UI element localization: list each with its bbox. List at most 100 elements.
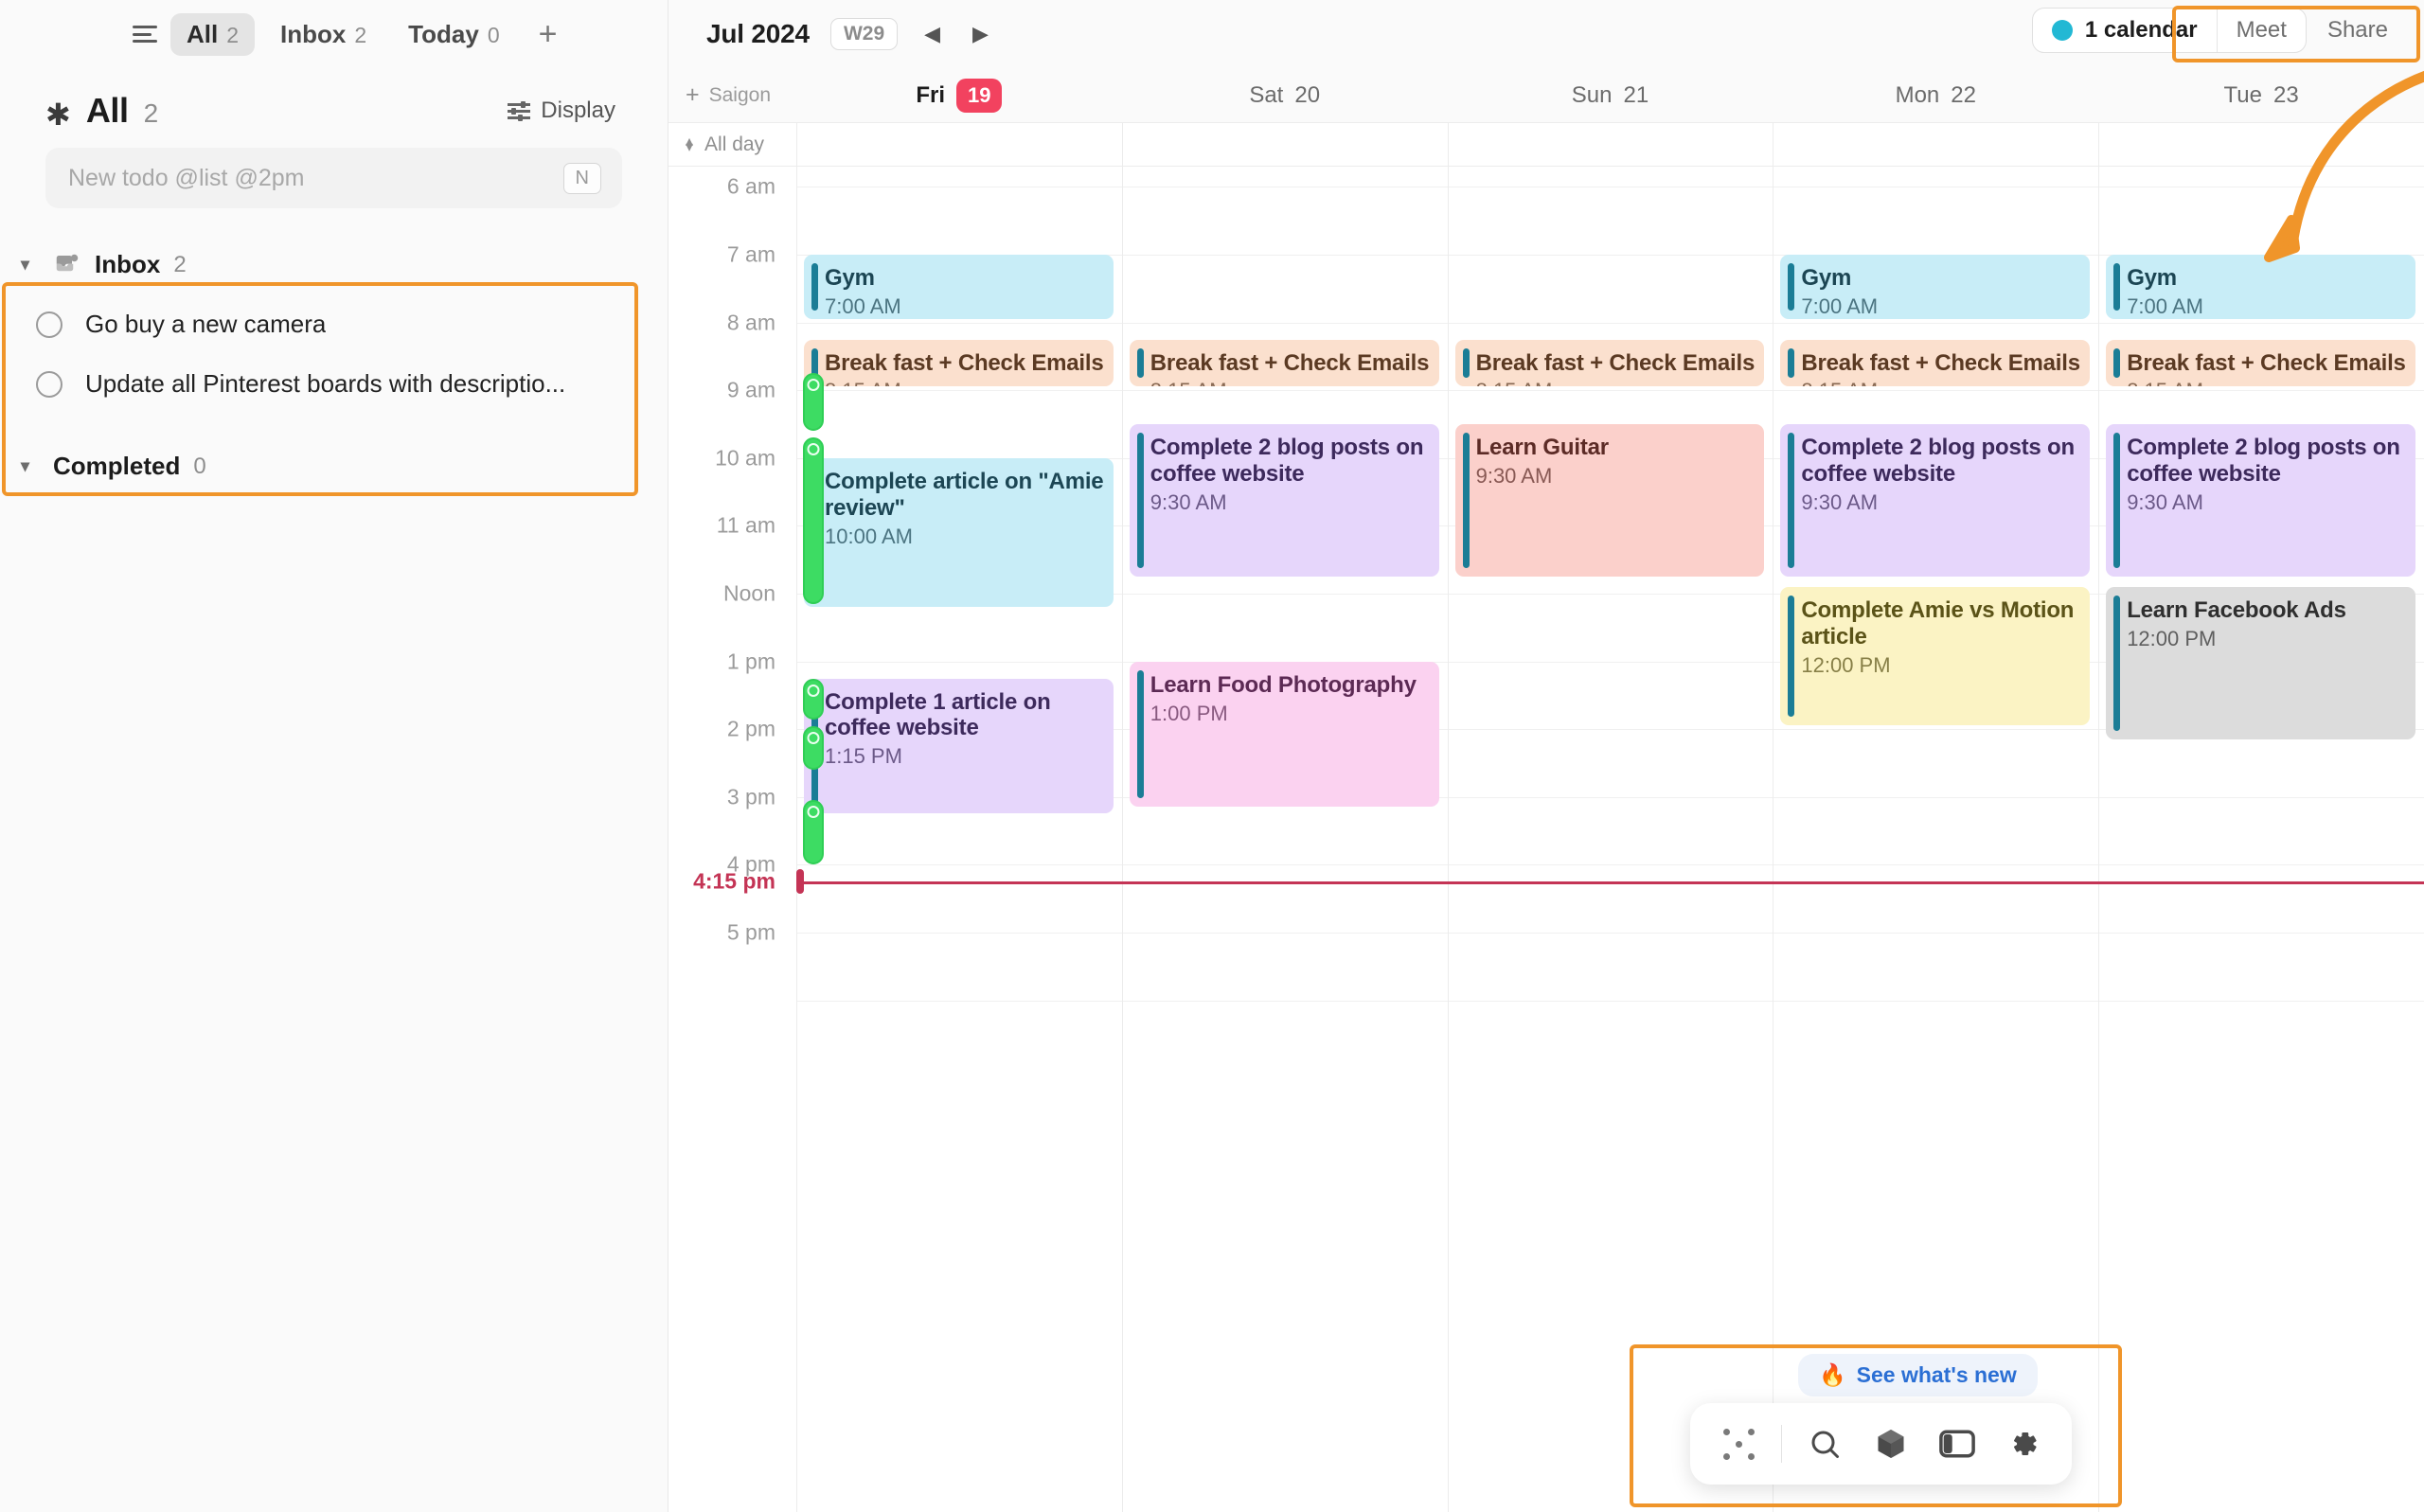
calendar-event[interactable]: Complete article on "Amie review" 10:00 A… <box>804 457 1114 607</box>
calendar-event[interactable]: Break fast + Check Emails 8:15 AM <box>1780 339 2091 387</box>
event-time: 7:00 AM <box>1801 294 1879 318</box>
add-tab-button[interactable]: + <box>526 18 571 50</box>
sidebar-panel-icon[interactable] <box>1930 1416 1985 1471</box>
day-column-mon[interactable]: Gym7:00 AM Break fast + Check Emails 8:15 … <box>1773 167 2099 1512</box>
group-completed-header[interactable]: ▾ Completed 0 <box>0 436 668 496</box>
share-button[interactable]: Share <box>2307 9 2409 52</box>
hour-gridline <box>797 390 1122 392</box>
week-badge: W29 <box>829 18 899 50</box>
gear-icon[interactable] <box>1996 1416 2051 1471</box>
flame-icon: 🔥 <box>1819 1362 1846 1387</box>
chevron-down-icon[interactable]: ▾ <box>21 456 40 476</box>
hour-gridline <box>1448 390 1773 392</box>
day-column-fri[interactable]: Gym7:00 AM Break fast + Check Emails 8:15 … <box>796 167 1122 1512</box>
meet-button[interactable]: Meet <box>2216 9 2306 52</box>
calendar-event[interactable]: Learn Facebook Ads 12:00 PM <box>2106 586 2415 739</box>
calendar-event[interactable]: Learn Guitar 9:30 AM <box>1454 424 1765 577</box>
hour-gridline <box>797 1000 1122 1002</box>
task-duration-bar[interactable] <box>803 800 824 865</box>
todo-label: Go buy a new camera <box>85 310 327 338</box>
day-column-sun[interactable]: Break fast + Check Emails 8:15 AM Learn Gu… <box>1447 167 1773 1512</box>
calendar-event[interactable]: Complete Amie vs Motion article 12:00 PM <box>1780 586 2091 726</box>
todo-checkbox[interactable] <box>36 370 62 398</box>
calendar-event[interactable]: Gym 7:00 AM <box>2106 255 2415 319</box>
new-todo-shortcut-badge: N <box>562 162 601 194</box>
calendar-event[interactable]: Complete 1 article on coffee website 1:15… <box>804 678 1114 814</box>
all-day-cell[interactable] <box>1121 123 1448 166</box>
list-item[interactable]: Update all Pinterest boards with descrip… <box>0 354 668 414</box>
event-time: 12:00 PM <box>2127 626 2217 650</box>
timezone-selector[interactable]: + Saigon <box>668 81 796 109</box>
event-title: Complete 2 blog posts on coffee website <box>1801 435 2075 487</box>
calendar-event[interactable]: Complete 2 blog posts on coffee website 9… <box>1129 424 1439 577</box>
hamburger-icon[interactable] <box>133 24 161 44</box>
current-time-line <box>796 881 2424 884</box>
timezone-label: Saigon <box>708 83 771 106</box>
search-icon[interactable] <box>1797 1416 1852 1471</box>
grip-icon[interactable] <box>1711 1416 1766 1471</box>
todo-label: Update all Pinterest boards with descrip… <box>85 369 566 398</box>
calendar-event[interactable]: Learn Food Photography 1:00 PM <box>1129 661 1439 808</box>
calendar-event[interactable]: Gym 7:00 AM <box>1780 255 2091 319</box>
list-item[interactable]: Go buy a new camera <box>0 294 668 354</box>
hour-gridline <box>1448 255 1773 257</box>
all-day-cell[interactable] <box>796 123 1122 166</box>
sidebar-tab-all[interactable]: All 2 <box>170 12 256 56</box>
hour-gridline <box>797 864 1122 866</box>
group-inbox-header[interactable]: ▾ Inbox 2 <box>0 235 668 294</box>
collapse-icon[interactable]: ▴ ▾ <box>686 133 693 154</box>
day-header-mon[interactable]: Mon 22 <box>1773 82 2098 109</box>
day-name: Fri <box>916 81 945 108</box>
todo-checkbox[interactable] <box>36 311 62 338</box>
task-duration-bar[interactable] <box>803 373 824 432</box>
next-week-button[interactable]: ▶ <box>967 22 994 46</box>
day-column-sat[interactable]: Break fast + Check Emails 8:15 AM Complete… <box>1121 167 1448 1512</box>
see-whats-new-button[interactable]: 🔥 See what's new <box>1798 1354 2038 1396</box>
calendar-event[interactable]: Break fast + Check Emails 8:15 AM <box>804 339 1114 387</box>
calendar-event[interactable]: Gym 7:00 AM <box>804 255 1114 319</box>
day-column-tue[interactable]: Gym7:00 AM Break fast + Check Emails 8:15 … <box>2098 167 2424 1512</box>
inbox-icon <box>53 251 81 279</box>
calendar-event[interactable]: Break fast + Check Emails 8:15 AM <box>2106 339 2415 387</box>
add-timezone-icon[interactable]: + <box>686 81 700 109</box>
tab-all-count: 2 <box>226 22 240 47</box>
day-header-sat[interactable]: Sat 20 <box>1122 82 1448 109</box>
calendar-count-button[interactable]: 1 calendar <box>2033 9 2217 52</box>
day-header-tue[interactable]: Tue 23 <box>2098 82 2424 109</box>
event-title: Learn Facebook Ads <box>2127 596 2346 623</box>
prev-week-button[interactable]: ◀ <box>918 22 946 46</box>
all-day-label-cell[interactable]: ▴ ▾ All day <box>668 123 796 166</box>
time-label: Noon <box>723 580 775 606</box>
sidebar-tab-today[interactable]: Today 0 <box>392 13 515 56</box>
new-todo-field[interactable]: New todo @list @2pm N <box>45 148 622 208</box>
hour-gridline <box>1773 1000 2099 1002</box>
calendar-event[interactable]: Break fast + Check Emails 8:15 AM <box>1454 339 1765 387</box>
hour-gridline <box>1773 729 2099 731</box>
calendar-event[interactable]: Break fast + Check Emails 8:15 AM <box>1129 339 1439 387</box>
meet-label: Meet <box>2236 17 2287 43</box>
all-day-cell[interactable] <box>1447 123 1773 166</box>
event-color-bar <box>1136 669 1144 799</box>
calendar-event[interactable]: Complete 2 blog posts on coffee website 9… <box>2106 424 2415 577</box>
calendar-event[interactable]: Complete 2 blog posts on coffee website 9… <box>1780 424 2091 577</box>
hour-gridline <box>1448 661 1773 663</box>
day-header-fri[interactable]: Fri 19 <box>796 78 1122 113</box>
day-header-sun[interactable]: Sun 21 <box>1448 82 1773 109</box>
event-title: Learn Guitar <box>1475 435 1610 461</box>
cube-icon[interactable] <box>1863 1416 1918 1471</box>
sidebar-tab-inbox[interactable]: Inbox 2 <box>264 13 383 56</box>
event-title: Complete 2 blog posts on coffee website <box>2127 435 2400 487</box>
sidebar-title-row: ✱ All 2 Display <box>0 68 668 144</box>
task-duration-bar[interactable] <box>803 725 824 771</box>
task-duration-bar[interactable] <box>803 678 824 720</box>
event-title: Gym <box>825 265 875 292</box>
hour-gridline <box>1122 322 1448 324</box>
chevron-down-icon[interactable]: ▾ <box>21 255 40 275</box>
all-day-cell[interactable] <box>1773 123 2098 166</box>
hour-gridline <box>797 322 1122 324</box>
event-time: 8:15 AM <box>1476 379 1756 386</box>
task-duration-bar[interactable] <box>803 437 824 604</box>
display-button[interactable]: Display <box>508 98 615 124</box>
new-todo-placeholder: New todo @list @2pm <box>68 164 305 191</box>
all-day-cell[interactable] <box>2098 123 2424 166</box>
